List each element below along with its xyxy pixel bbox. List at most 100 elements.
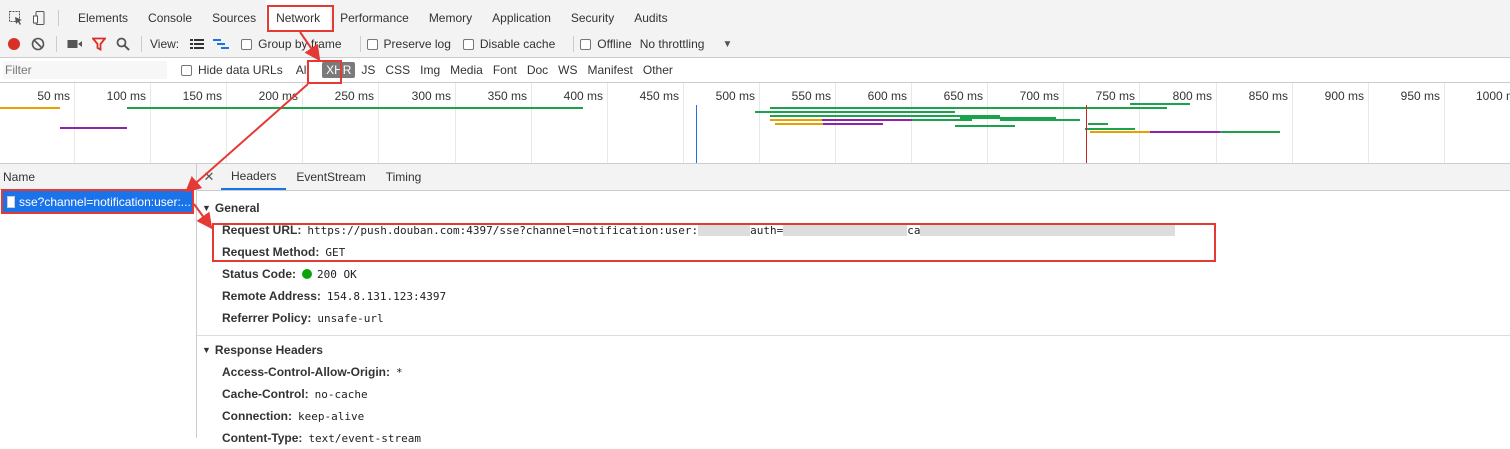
close-icon[interactable]: ✕ [197, 169, 221, 185]
response-header-value: * [396, 365, 403, 379]
timeline-tick-label: 850 ms [1248, 89, 1288, 103]
request-row[interactable]: sse?channel=notification:user:... [2, 191, 192, 213]
request-url-row: Request URL: https://push.douban.com:439… [197, 219, 1510, 241]
request-list-header: Name [0, 164, 196, 190]
record-icon[interactable] [2, 32, 26, 56]
timeline-gridline [1139, 83, 1140, 163]
tab-timing[interactable]: Timing [376, 164, 432, 190]
waterfall-bar [1130, 103, 1190, 105]
filter-type-font[interactable]: Font [489, 62, 521, 78]
timeline-tick-label: 200 ms [258, 89, 298, 103]
preserve-log-label: Preserve log [383, 37, 451, 51]
network-overview-timeline[interactable]: 50 ms 100 ms 150 ms 200 ms 250 ms 300 ms 350 m… [0, 83, 1510, 164]
filter-type-doc[interactable]: Doc [523, 62, 552, 78]
toolbar-divider [56, 36, 57, 52]
timeline-tick-label: 350 ms [487, 89, 527, 103]
response-header-key: Content-Type: [222, 431, 303, 445]
response-header-row: Access-Control-Allow-Origin: * [197, 361, 1510, 383]
tab-memory[interactable]: Memory [419, 0, 482, 35]
tab-security[interactable]: Security [561, 0, 624, 35]
timeline-gridline [1063, 83, 1064, 163]
throttling-select[interactable]: No throttling ▼ [640, 37, 733, 51]
large-rows-icon[interactable] [185, 32, 209, 56]
timeline-gridline [1444, 83, 1445, 163]
tab-performance[interactable]: Performance [330, 0, 419, 35]
timeline-tick-label: 100 ms [106, 89, 146, 103]
response-headers-title: Response Headers [214, 343, 323, 357]
checkbox-box [366, 38, 378, 50]
response-header-key: Access-Control-Allow-Origin: [222, 365, 391, 379]
filter-type-ws[interactable]: WS [554, 62, 581, 78]
filter-icon[interactable] [87, 32, 111, 56]
timeline-gridline [302, 83, 303, 163]
capture-screenshots-icon[interactable] [63, 32, 87, 56]
response-header-value: text/event-stream [308, 431, 422, 445]
timeline-tick-label: 500 ms [715, 89, 755, 103]
filter-type-img[interactable]: Img [416, 62, 444, 78]
filter-type-css[interactable]: CSS [381, 62, 414, 78]
preserve-log-checkbox[interactable]: Preserve log [366, 37, 451, 51]
tab-network[interactable]: Network [266, 0, 331, 35]
response-header-value: keep-alive [298, 409, 365, 423]
request-url-visible: https://push.douban.com:4397/sse?channel… [307, 223, 699, 237]
checkbox-box [462, 38, 474, 50]
waterfall-bar [912, 119, 972, 121]
general-section-header[interactable]: ▼ General [197, 197, 1510, 219]
timeline-tick-label: 600 ms [867, 89, 907, 103]
filter-type-manifest[interactable]: Manifest [584, 62, 637, 78]
hide-data-urls-checkbox[interactable]: Hide data URLs [181, 63, 283, 77]
waterfall-bar [0, 107, 60, 109]
inspect-element-icon[interactable] [4, 6, 28, 30]
tab-eventstream[interactable]: EventStream [286, 164, 375, 190]
filter-type-js[interactable]: JS [357, 62, 379, 78]
filter-type-all[interactable]: All [292, 62, 313, 78]
timeline-tick-label: 650 ms [943, 89, 983, 103]
waterfall-bar [822, 119, 912, 121]
toolbar-divider [141, 36, 142, 52]
referrer-policy-key: Referrer Policy: [222, 311, 312, 325]
status-code-key: Status Code: [222, 267, 297, 281]
redacted-block [920, 225, 1176, 236]
timeline-tick-label: 750 ms [1095, 89, 1135, 103]
tab-sources[interactable]: Sources [202, 0, 266, 35]
remote-address-row: Remote Address: 154.8.131.123:4397 [197, 285, 1510, 307]
device-toolbar-icon[interactable] [28, 6, 52, 30]
section-divider [197, 335, 1510, 336]
timeline-tick-label: 450 ms [639, 89, 679, 103]
response-header-row: Connection: keep-alive [197, 405, 1510, 427]
toolbar-divider [58, 9, 59, 26]
response-header-row: Cache-Control: no-cache [197, 383, 1510, 405]
timeline-tick-label: 300 ms [411, 89, 451, 103]
dom-content-loaded-line [696, 105, 697, 163]
waterfall-bar [880, 115, 1000, 117]
response-header-key: Connection: [222, 409, 292, 423]
tab-audits[interactable]: Audits [624, 0, 677, 35]
offline-checkbox[interactable]: Offline [580, 37, 632, 51]
request-method-key: Request Method: [222, 245, 320, 259]
filter-type-other[interactable]: Other [639, 62, 677, 78]
filter-input[interactable] [3, 61, 167, 79]
disable-cache-label: Disable cache [479, 37, 556, 51]
tab-headers[interactable]: Headers [221, 164, 287, 190]
offline-label: Offline [597, 37, 632, 51]
checkbox-box [181, 64, 192, 76]
filter-type-xhr[interactable]: XHR [322, 62, 356, 78]
waterfall-overview-icon[interactable] [209, 32, 233, 56]
tab-elements[interactable]: Elements [68, 0, 138, 35]
detail-tabs: ✕ Headers EventStream Timing [197, 164, 1510, 191]
name-column-header[interactable]: Name [3, 170, 35, 184]
search-icon[interactable] [111, 32, 135, 56]
request-method-row: Request Method: GET [197, 241, 1510, 263]
group-by-frame-checkbox[interactable]: Group by frame [241, 37, 342, 51]
disable-cache-checkbox[interactable]: Disable cache [462, 37, 556, 51]
timeline-gridline [226, 83, 227, 163]
waterfall-bar [1220, 131, 1280, 133]
filter-bar: Hide data URLs All XHR JS CSS Img Media … [0, 58, 1510, 83]
response-headers-section-header[interactable]: ▼ Response Headers [197, 339, 1510, 361]
view-label: View: [150, 37, 180, 51]
filter-type-media[interactable]: Media [446, 62, 487, 78]
tab-application[interactable]: Application [482, 0, 561, 35]
redacted-block [783, 225, 908, 236]
clear-icon[interactable] [26, 32, 50, 56]
tab-console[interactable]: Console [138, 0, 202, 35]
